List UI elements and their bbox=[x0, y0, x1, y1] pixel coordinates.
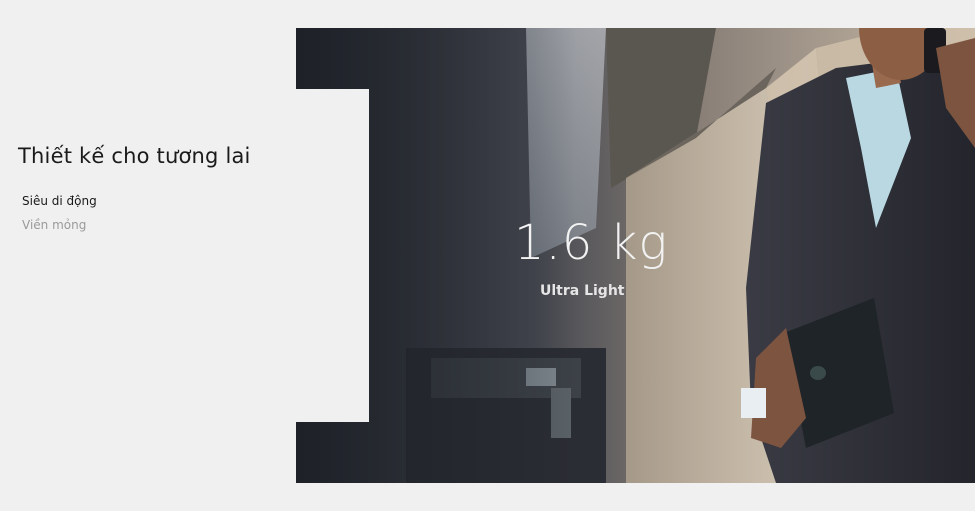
feature-item-ultra-portable[interactable]: Siêu di động bbox=[22, 189, 97, 213]
section-title: Thiết kế cho tương lai bbox=[18, 144, 251, 168]
page: Thiết kế cho tương lai Siêu di động Viền… bbox=[0, 0, 975, 511]
feature-panel: Thiết kế cho tương lai Siêu di động Viền… bbox=[0, 0, 296, 511]
feature-list: Siêu di động Viền mỏng bbox=[22, 189, 97, 237]
feature-item-thin-bezel[interactable]: Viền mỏng bbox=[22, 213, 97, 237]
decorative-notch bbox=[296, 89, 369, 422]
weight-caption: Ultra Light bbox=[540, 283, 625, 299]
weight-value: 1.6 kg bbox=[514, 215, 669, 271]
